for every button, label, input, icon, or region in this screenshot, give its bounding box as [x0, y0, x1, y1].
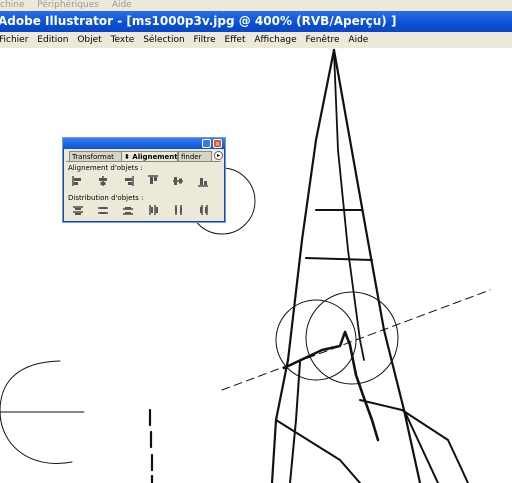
menu-objet[interactable]: Objet [77, 32, 101, 48]
palette-minimize-button[interactable]: _ [202, 139, 211, 148]
align-section-label: Alignement d'objets : [68, 164, 143, 172]
distribute-bottom-button[interactable] [122, 204, 134, 216]
artwork-drawing [0, 48, 491, 483]
menu-texte[interactable]: Texte [111, 32, 135, 48]
menu-selection[interactable]: Sélection [143, 32, 184, 48]
menu-fenetre[interactable]: Fenêtre [306, 32, 340, 48]
align-bottom-icon [198, 178, 208, 187]
align-right-icon [125, 176, 134, 186]
document-canvas[interactable] [0, 48, 512, 483]
circle-annotation-1 [275, 299, 357, 381]
host-menu-bar: chine Périphériques Aide [0, 0, 512, 11]
host-menu-item[interactable]: Périphériques [37, 0, 99, 10]
distribute-right-button[interactable] [197, 204, 209, 216]
spire-left-edge [270, 48, 336, 483]
menu-aide[interactable]: Aide [348, 32, 368, 48]
tab-transformation[interactable]: Transformat [69, 151, 123, 161]
align-top-icon [148, 175, 158, 184]
window-title: Adobe Illustrator - [ms1000p3v.jpg @ 400… [0, 14, 397, 28]
window-titlebar[interactable]: Adobe Illustrator - [ms1000p3v.jpg @ 400… [0, 11, 512, 32]
distribute-right-icon [200, 205, 208, 215]
host-menu-item[interactable]: Aide [112, 0, 132, 10]
host-menu-item[interactable]: chine [0, 0, 24, 10]
menu-effet[interactable]: Effet [225, 32, 246, 48]
align-left-icon [72, 176, 81, 186]
menu-affichage[interactable]: Affichage [254, 32, 296, 48]
distribute-vertical-center-icon [98, 207, 108, 214]
lower-right-line [359, 399, 469, 483]
align-bottom-button[interactable] [197, 175, 209, 187]
palette-titlebar[interactable]: _ × [63, 138, 225, 149]
distribute-top-button[interactable] [72, 204, 84, 216]
distribute-horizontal-center-icon [175, 205, 182, 215]
align-vertical-center-icon [173, 177, 183, 185]
distribute-vertical-center-button[interactable] [97, 204, 109, 216]
distribute-left-icon [149, 205, 158, 215]
align-horizontal-center-icon [99, 176, 107, 186]
cross-brace [275, 419, 361, 483]
menu-bar: Fichier Edition Objet Texte Sélection Fi… [0, 32, 512, 48]
distribute-bottom-icon [123, 207, 133, 215]
tab-pathfinder[interactable]: finder [178, 151, 212, 161]
distribute-top-icon [73, 206, 83, 215]
menu-edition[interactable]: Edition [37, 32, 68, 48]
palette-close-button[interactable]: × [213, 139, 222, 148]
palette-tabs: Transformat ⬍ Alignement finder [67, 151, 221, 161]
right-slope [403, 409, 439, 483]
align-right-button[interactable] [122, 175, 134, 187]
palette-body: Alignement d'objets : Distribution d'obj… [66, 161, 221, 220]
distribute-horizontal-center-button[interactable] [172, 204, 184, 216]
spire-band-2 [305, 257, 373, 261]
menu-fichier[interactable]: Fichier [0, 32, 28, 48]
tab-alignement[interactable]: ⬍ Alignement [121, 151, 178, 161]
menu-filtre[interactable]: Filtre [194, 32, 216, 48]
lower-left-line [289, 361, 301, 483]
palette-menu-icon[interactable]: ▸ [214, 151, 223, 160]
alignment-palette[interactable]: _ × Transformat ⬍ Alignement finder ▸ Al… [62, 137, 226, 223]
distribute-left-button[interactable] [147, 204, 159, 216]
vertical-dashes [148, 408, 154, 483]
align-horizontal-center-button[interactable] [97, 175, 109, 187]
spire-inner-line [333, 51, 365, 361]
align-top-button[interactable] [147, 175, 159, 187]
align-left-button[interactable] [72, 175, 84, 187]
circle-annotation-2 [305, 291, 399, 385]
align-vertical-center-button[interactable] [172, 175, 184, 187]
distribute-section-label: Distribution d'objets : [68, 194, 144, 202]
